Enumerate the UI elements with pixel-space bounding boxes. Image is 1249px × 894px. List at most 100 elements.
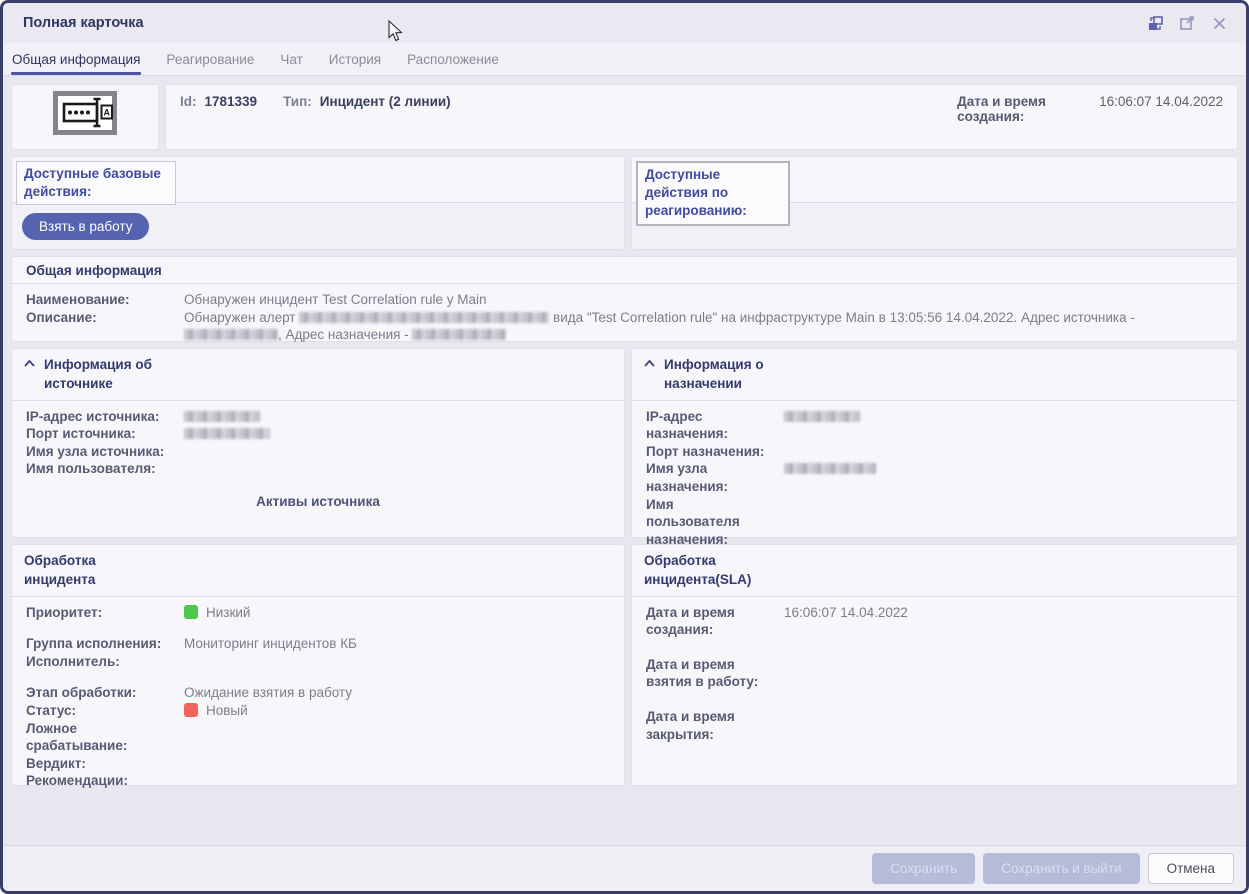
dock-window-icon <box>1147 15 1164 32</box>
sla-created-value: 16:06:07 14.04.2022 <box>784 604 1223 639</box>
close-icon[interactable] <box>1210 14 1228 32</box>
titlebar-icons <box>1146 14 1228 32</box>
save-and-exit-button[interactable]: Сохранить и выйти <box>983 853 1139 884</box>
redacted-alert-id <box>299 312 549 323</box>
destination-port-value <box>784 443 1223 461</box>
creation-datetime: Дата и время создания: 16:06:07 14.04.20… <box>957 94 1223 140</box>
collapse-chevron-icon[interactable] <box>644 360 655 367</box>
source-port-value <box>184 425 610 443</box>
destination-user-row: Имя пользователя назначения: <box>646 496 1223 549</box>
group-row: Группа исполнения: Мониторинг инцидентов… <box>26 635 610 653</box>
verdict-value <box>184 755 610 773</box>
incident-type-icon: A <box>53 91 117 135</box>
destination-host-label: Имя узла назначения: <box>646 460 770 495</box>
sla-head: Обработка инцидента(SLA) <box>632 545 1237 597</box>
incident-processing-title: Обработка инцидента <box>24 552 134 590</box>
svg-text:A: A <box>103 108 110 118</box>
destination-user-value <box>784 496 1223 549</box>
source-info-panel: Информация об источнике IP-адрес источни… <box>11 348 625 538</box>
redacted-source-ip <box>184 329 278 340</box>
take-to-work-button[interactable]: Взять в работу <box>22 213 149 240</box>
sla-taken-value <box>784 656 1223 691</box>
tab-location[interactable]: Расположение <box>407 43 499 75</box>
dock-window-icon[interactable] <box>1146 14 1164 32</box>
base-actions-body: Взять в работу <box>12 203 624 249</box>
description-text: вида "Test Correlation rule" на инфрастр… <box>553 310 1135 325</box>
stage-row: Этап обработки: Ожидание взятия в работу <box>26 684 610 702</box>
header-row: A Id: 1781339 Тип: Инцидент (2 линии) Да… <box>11 84 1238 150</box>
group-label: Группа исполнения: <box>26 635 166 653</box>
status-value: Новый <box>184 702 610 720</box>
source-ip-row: IP-адрес источника: <box>26 408 610 426</box>
status-label: Статус: <box>26 702 166 720</box>
source-info-head: Информация об источнике <box>12 349 624 401</box>
response-actions-panel: Доступные действия по реагированию: <box>631 156 1238 250</box>
source-info-title: Информация об источнике <box>44 356 194 394</box>
source-host-label: Имя узла источника: <box>26 443 166 461</box>
tab-chat[interactable]: Чат <box>280 43 302 75</box>
group-value: Мониторинг инцидентов КБ <box>184 635 610 653</box>
open-in-new-window-icon <box>1179 15 1195 31</box>
open-in-new-window-icon[interactable] <box>1178 14 1196 32</box>
stage-label: Этап обработки: <box>26 684 166 702</box>
sla-created-label: Дата и время создания: <box>646 604 770 639</box>
type-value: Инцидент (2 линии) <box>320 94 451 109</box>
incident-processing-panel: Обработка инцидента Приоритет: Низкий Гр… <box>11 544 625 786</box>
destination-ip-value <box>784 408 1223 443</box>
destination-info-panel: Информация о назначении IP-адрес назначе… <box>631 348 1238 538</box>
base-actions-head: Доступные базовые действия: <box>12 157 624 203</box>
source-host-value <box>184 443 610 461</box>
source-host-row: Имя узла источника: <box>26 443 610 461</box>
stage-value: Ожидание взятия в работу <box>184 684 610 702</box>
destination-port-row: Порт назначения: <box>646 443 1223 461</box>
source-user-value <box>184 460 610 478</box>
processing-row: Обработка инцидента Приоритет: Низкий Гр… <box>11 544 1238 786</box>
priority-text: Низкий <box>206 605 250 620</box>
source-destination-row: Информация об источнике IP-адрес источни… <box>11 348 1238 538</box>
name-value: Обнаружен инцидент Test Correlation rule… <box>184 291 1223 309</box>
sla-taken-label: Дата и время взятия в работу: <box>646 656 770 691</box>
executor-label: Исполнитель: <box>26 653 166 671</box>
description-row: Описание: Обнаружен алерт вида "Test Cor… <box>26 309 1223 344</box>
tab-history[interactable]: История <box>329 43 381 75</box>
source-user-row: Имя пользователя: <box>26 460 610 478</box>
destination-info-head: Информация о назначении <box>632 349 1237 401</box>
tab-general-info[interactable]: Общая информация <box>12 43 140 75</box>
created-value: 16:06:07 14.04.2022 <box>1099 94 1223 109</box>
collapse-chevron-icon[interactable] <box>24 360 35 367</box>
footer-bar: Сохранить Сохранить и выйти Отмена <box>3 845 1246 891</box>
destination-info-title: Информация о назначении <box>664 356 796 394</box>
description-text: , Адрес назначения - <box>278 327 409 342</box>
base-actions-panel: Доступные базовые действия: Взять в рабо… <box>11 156 625 250</box>
executor-value <box>184 653 610 671</box>
status-row: Статус: Новый <box>26 702 610 720</box>
destination-user-label: Имя пользователя назначения: <box>646 496 770 549</box>
name-label: Наименование: <box>26 291 166 309</box>
priority-label: Приоритет: <box>26 604 166 622</box>
general-info-title: Общая информация <box>12 257 1237 284</box>
incident-processing-head: Обработка инцидента <box>12 545 624 597</box>
source-ip-label: IP-адрес источника: <box>26 408 166 426</box>
destination-ip-row: IP-адрес назначения: <box>646 408 1223 443</box>
incident-id-type: Id: 1781339 Тип: Инцидент (2 линии) <box>180 94 469 140</box>
false-positive-value <box>184 720 610 755</box>
priority-value: Низкий <box>184 604 610 622</box>
description-text: Обнаружен алерт <box>184 310 296 325</box>
incident-type-icon-panel: A <box>11 84 159 150</box>
save-button[interactable]: Сохранить <box>872 853 975 884</box>
sla-title: Обработка инцидента(SLA) <box>644 552 804 590</box>
id-label: Id: <box>180 94 197 109</box>
description-label: Описание: <box>26 309 166 344</box>
card-content: A Id: 1781339 Тип: Инцидент (2 линии) Да… <box>3 76 1246 845</box>
base-actions-label: Доступные базовые действия: <box>16 161 176 205</box>
titlebar: Полная карточка <box>3 3 1246 43</box>
description-value: Обнаружен алерт вида "Test Correlation r… <box>184 309 1223 344</box>
cancel-button[interactable]: Отмена <box>1148 853 1234 884</box>
recommendations-value <box>184 772 610 790</box>
tab-response[interactable]: Реагирование <box>166 43 254 75</box>
sla-body: Дата и время создания: 16:06:07 14.04.20… <box>632 597 1237 770</box>
redacted-destination-ip <box>784 411 860 422</box>
status-text: Новый <box>206 703 248 718</box>
id-value: 1781339 <box>205 94 258 109</box>
source-assets-title: Активы источника <box>26 494 610 509</box>
